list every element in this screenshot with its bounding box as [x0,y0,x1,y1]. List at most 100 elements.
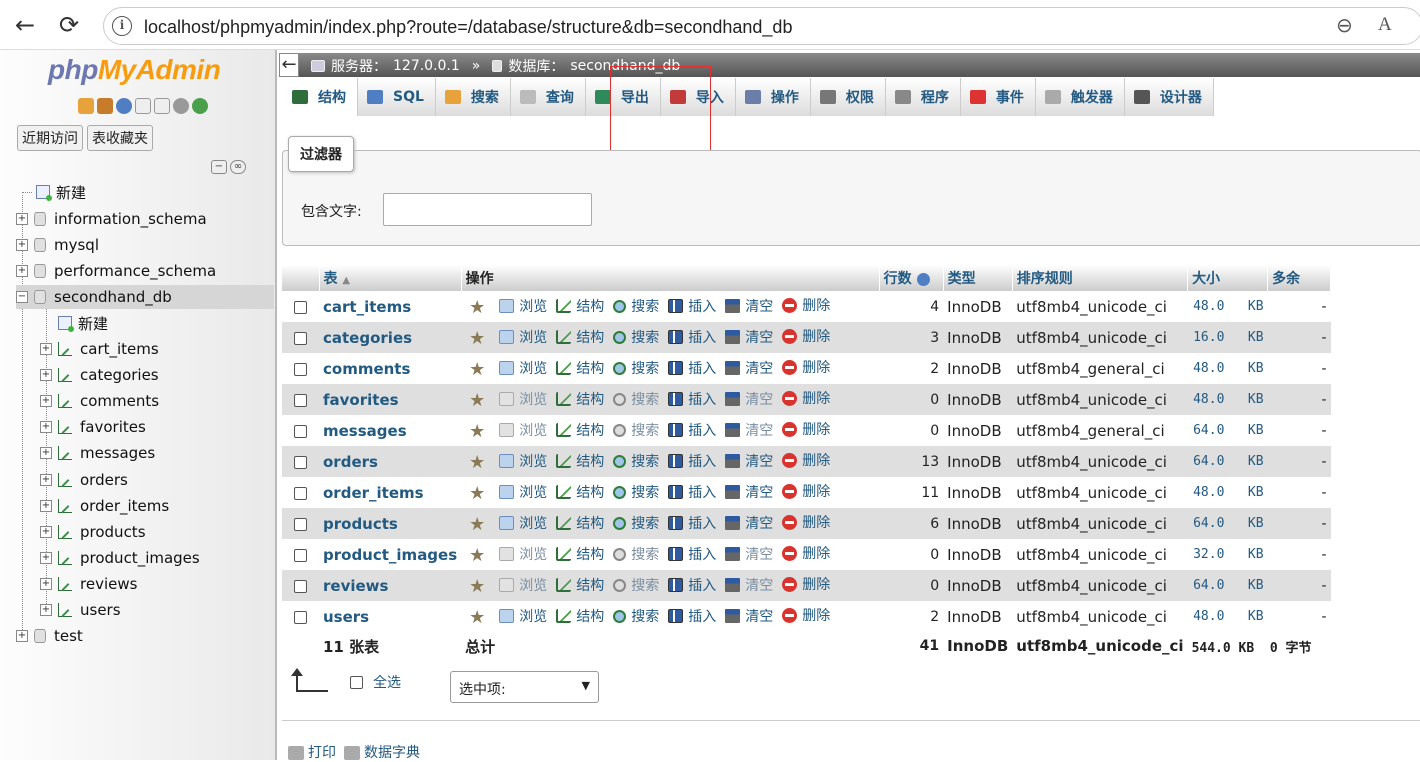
table-name-link[interactable]: comments [323,360,410,378]
reload-nav-icon[interactable] [192,98,208,114]
expand-icon[interactable]: + [40,525,52,538]
link-with-main-icon[interactable]: ∞ [230,160,246,174]
structure-action[interactable]: 结构 [556,358,604,378]
browse-action[interactable]: 浏览 [499,544,547,564]
search-action[interactable]: 搜索 [613,296,659,316]
tab-operations[interactable]: 操作 [735,78,811,116]
expand-icon[interactable]: + [16,239,28,251]
insert-action[interactable]: 插入 [668,451,716,471]
select-all-label[interactable]: 全选 [373,672,401,692]
data-dictionary-link[interactable]: 数据字典 [344,742,420,762]
expand-icon[interactable]: + [40,577,52,590]
with-selected-dropdown[interactable]: 选中项: ▼ [450,671,599,703]
drop-action[interactable]: 删除 [782,512,830,532]
row-checkbox[interactable] [294,424,307,438]
favorite-star-icon[interactable]: ★ [469,297,485,318]
tree-table-reviews[interactable]: + reviews [40,572,137,596]
browse-action[interactable]: 浏览 [499,327,547,347]
structure-action[interactable]: 结构 [556,575,604,595]
expand-icon[interactable]: + [40,343,52,355]
tab-events[interactable]: 事件 [960,78,1036,116]
row-checkbox[interactable] [294,300,307,314]
collapse-all-icon[interactable]: − [211,160,227,174]
empty-action[interactable]: 清空 [725,296,773,316]
insert-action[interactable]: 插入 [668,327,716,347]
collapse-icon[interactable]: − [16,291,28,303]
docs-sql-icon[interactable] [154,98,170,114]
tab-privileges[interactable]: 权限 [810,78,886,116]
drop-action[interactable]: 删除 [782,450,830,470]
tree-table-orders[interactable]: + orders [40,468,128,492]
tree-table-cart_items[interactable]: + cart_items [40,337,159,361]
structure-action[interactable]: 结构 [556,606,604,626]
drop-action[interactable]: 删除 [782,481,830,501]
expand-icon[interactable]: + [40,499,52,512]
tree-table-messages[interactable]: + messages [40,441,155,465]
settings-icon[interactable] [173,98,189,114]
table-name-link[interactable]: reviews [323,577,388,595]
size-link[interactable]: 64.0 KB [1187,415,1268,446]
insert-action[interactable]: 插入 [668,544,716,564]
expand-icon[interactable]: + [40,395,52,408]
print-link[interactable]: 打印 [288,742,336,762]
table-name-link[interactable]: products [323,515,398,533]
tab-routines[interactable]: 程序 [885,78,961,116]
tab-designer[interactable]: 设计器 [1124,78,1214,116]
help-icon[interactable] [116,98,132,114]
size-link[interactable]: 64.0 KB [1187,570,1268,601]
search-action[interactable]: 搜索 [613,420,659,440]
empty-action[interactable]: 清空 [725,513,773,533]
expand-icon[interactable]: + [40,369,52,382]
browse-action[interactable]: 浏览 [499,389,547,409]
expand-icon[interactable]: + [40,551,52,564]
size-link[interactable]: 48.0 KB [1187,601,1268,632]
table-name-link[interactable]: messages [323,422,407,440]
insert-action[interactable]: 插入 [668,575,716,595]
size-link[interactable]: 48.0 KB [1187,291,1268,322]
size-link[interactable]: 48.0 KB [1187,477,1268,508]
empty-action[interactable]: 清空 [725,544,773,564]
docs-icon[interactable] [135,98,151,114]
browse-action[interactable]: 浏览 [499,482,547,502]
search-action[interactable]: 搜索 [613,606,659,626]
browse-action[interactable]: 浏览 [499,451,547,471]
empty-action[interactable]: 清空 [725,451,773,471]
tree-new-table[interactable]: 新建 [58,311,108,335]
tree-db-performance_schema[interactable]: + performance_schema [16,259,216,283]
header-type[interactable]: 类型 [943,265,1013,291]
help-icon[interactable] [916,272,930,286]
row-checkbox[interactable] [294,362,307,376]
tree-db-test[interactable]: + test [16,624,83,648]
table-name-link[interactable]: cart_items [323,298,411,316]
insert-action[interactable]: 插入 [668,358,716,378]
favorite-star-icon[interactable]: ★ [469,452,485,473]
insert-action[interactable]: 插入 [668,389,716,409]
table-name-link[interactable]: order_items [323,484,424,502]
table-name-link[interactable]: product_images [323,546,457,564]
favorite-tables-button[interactable]: 表收藏夹 [87,125,153,151]
row-checkbox[interactable] [294,486,307,500]
address-bar[interactable]: i localhost/phpmyadmin/index.php?route=/… [103,7,1420,45]
recent-tables-button[interactable]: 近期访问 [17,125,83,151]
reload-button[interactable]: ⟳ [52,8,86,42]
insert-action[interactable]: 插入 [668,513,716,533]
drop-action[interactable]: 删除 [782,357,830,377]
tab-search[interactable]: 搜索 [435,78,511,116]
structure-action[interactable]: 结构 [556,544,604,564]
browse-action[interactable]: 浏览 [499,513,547,533]
size-link[interactable]: 32.0 KB [1187,539,1268,570]
structure-action[interactable]: 结构 [556,482,604,502]
empty-action[interactable]: 清空 [725,389,773,409]
insert-action[interactable]: 插入 [668,482,716,502]
browse-action[interactable]: 浏览 [499,358,547,378]
header-overhead[interactable]: 多余 [1267,265,1332,291]
favorite-star-icon[interactable]: ★ [469,483,485,504]
search-action[interactable]: 搜索 [613,513,659,533]
structure-action[interactable]: 结构 [556,420,604,440]
drop-action[interactable]: 删除 [782,326,830,346]
table-name-link[interactable]: favorites [323,391,399,409]
favorite-star-icon[interactable]: ★ [469,576,485,597]
structure-action[interactable]: 结构 [556,296,604,316]
browse-action[interactable]: 浏览 [499,575,547,595]
back-button[interactable]: ← [8,8,42,42]
